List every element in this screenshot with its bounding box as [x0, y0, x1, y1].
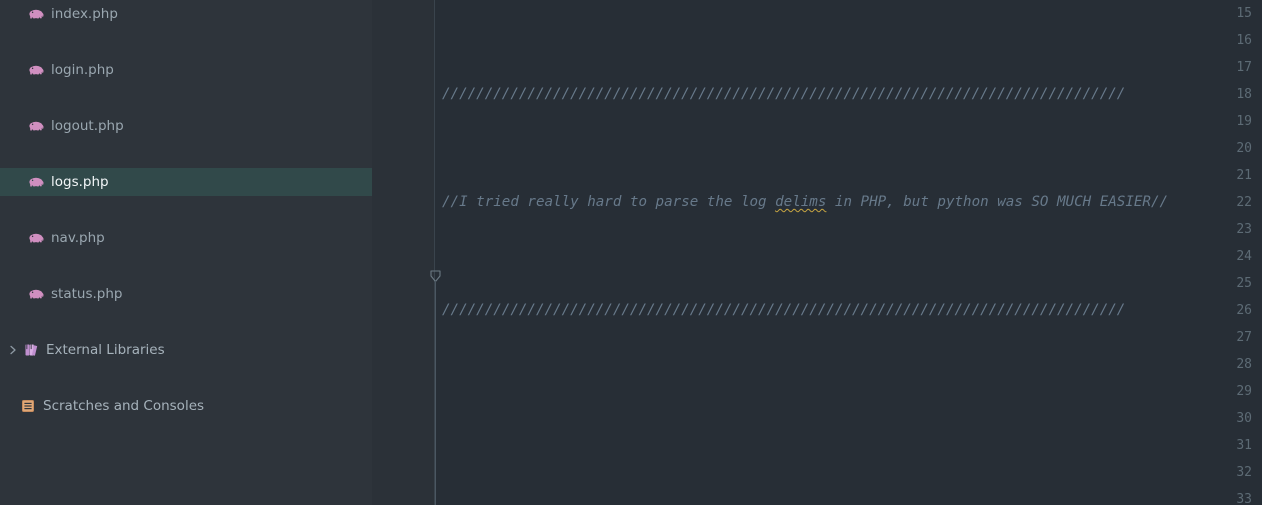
chevron-right-icon[interactable]: [6, 343, 20, 357]
sidebar-item-logs-php[interactable]: logs.php: [0, 168, 372, 196]
php-elephant-icon: [28, 118, 44, 134]
spelling-typo-delims: delims: [775, 194, 827, 210]
php-elephant-icon: [28, 6, 44, 22]
comment-slashes: ////////////////////////////////////////…: [442, 302, 1126, 318]
php-elephant-icon: [28, 62, 44, 78]
project-tool-window[interactable]: index.php login.php logout.php logs.php: [0, 0, 372, 505]
sidebar-item-label: index.php: [51, 6, 118, 22]
sidebar-item-label: logout.php: [51, 118, 124, 134]
code-line-15: ////////////////////////////////////////…: [442, 81, 1262, 108]
sidebar-item-status-php[interactable]: status.php: [0, 280, 372, 308]
source-code[interactable]: ////////////////////////////////////////…: [442, 0, 1262, 505]
php-elephant-icon: [28, 174, 44, 190]
sidebar-item-login-php[interactable]: login.php: [0, 56, 372, 84]
code-editor[interactable]: 15 16 17 18 19 20 21 22 23 24 25 26 27 2…: [372, 0, 1262, 505]
ide-window: index.php login.php logout.php logs.php: [0, 0, 1262, 505]
comment-text: //I tried really hard to parse the log: [442, 194, 776, 210]
sidebar-item-nav-php[interactable]: nav.php: [0, 224, 372, 252]
sidebar-item-label: logs.php: [51, 174, 109, 190]
comment-slashes: ////////////////////////////////////////…: [442, 86, 1126, 102]
scratch-file-icon: [20, 398, 36, 414]
code-fold-marker-icon[interactable]: [430, 268, 441, 283]
sidebar-item-label: nav.php: [51, 230, 105, 246]
php-elephant-icon: [28, 230, 44, 246]
library-books-icon: [23, 342, 39, 358]
editor-gutter[interactable]: [372, 0, 434, 505]
code-line-16: //I tried really hard to parse the log d…: [442, 189, 1262, 216]
sidebar-item-label: Scratches and Consoles: [43, 398, 205, 414]
code-fold-region-line: [435, 281, 436, 505]
sidebar-item-label: External Libraries: [46, 342, 165, 358]
sidebar-item-external-libraries[interactable]: External Libraries: [0, 336, 372, 364]
php-elephant-icon: [28, 286, 44, 302]
sidebar-item-scratches-and-consoles[interactable]: Scratches and Consoles: [0, 392, 372, 420]
sidebar-item-index-php[interactable]: index.php: [0, 0, 372, 28]
comment-text-rest: in PHP, but python was SO MUCH EASIER//: [826, 194, 1169, 210]
sidebar-item-logout-php[interactable]: logout.php: [0, 112, 372, 140]
code-line-17: ////////////////////////////////////////…: [442, 297, 1262, 324]
sidebar-item-label: login.php: [51, 62, 114, 78]
sidebar-item-label: status.php: [51, 286, 123, 302]
